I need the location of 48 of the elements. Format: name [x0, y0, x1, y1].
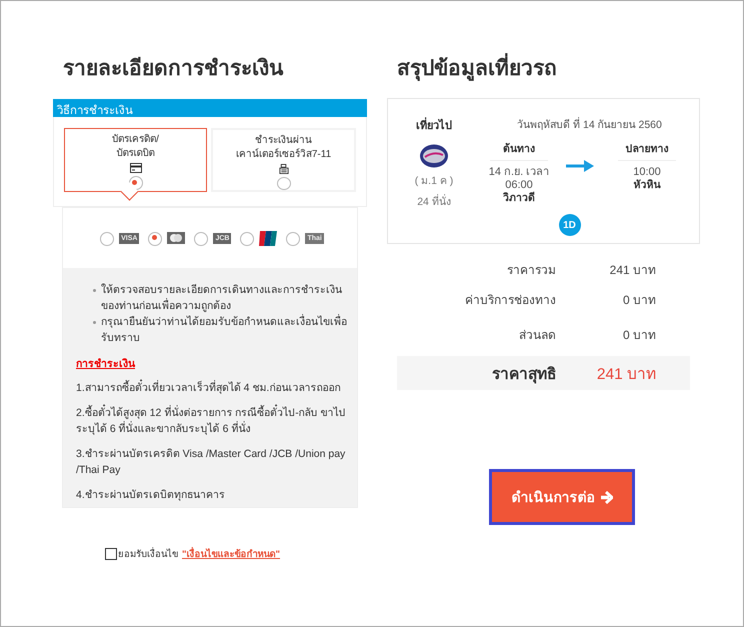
method-label: บัตรเครดิต/ บัตรเดบิต [112, 133, 159, 161]
destination-time: 10:00 [633, 166, 661, 179]
price-value: 0 บาท [622, 326, 656, 344]
trip-date: วันพฤหัสบดี ที่ 14 กันยายน 2560 [517, 116, 662, 133]
bus-class: ( ม.1 ค ) [414, 174, 454, 189]
section-bar: วิธีการชำระเงิน [53, 99, 367, 117]
agree-checkbox[interactable] [105, 548, 117, 560]
radio-button[interactable] [240, 232, 254, 246]
rule-text: 2.ซื้อตั๋วได้สูงสุด 12 ที่นั่งต่อรายการ กรณีซื้อตั๋วไป-กลับ ขาไประบุได้ 6 ที่นั่งและขากลับระบุได้ 6 ที่นั่ง [76, 405, 347, 437]
radio-button[interactable] [100, 232, 114, 246]
trip-direction: เที่ยวไป [416, 116, 452, 134]
origin-place: วิภาวดี [503, 192, 535, 205]
radio-button[interactable] [194, 232, 208, 246]
bus-company-logo [419, 144, 449, 168]
destination-place: หัวหิน [634, 179, 660, 192]
rule-text: 1.สามารถซื้อตั๋วเที่ยวเวลาเร็วที่สุดได้ 4 ชม.ก่อนเวลารถออก [76, 380, 347, 396]
rules-heading: การชำระเงิน [76, 357, 135, 372]
price-value: 241 บาท [608, 262, 656, 278]
radio-button[interactable] [286, 232, 300, 246]
note-text: ให้ตรวจสอบรายละเอียดการเดินทางและการชำระเงินของท่านก่อนเพื่อความถูกต้อง [93, 282, 347, 314]
terms-link[interactable]: "เงื่อนไขและข้อกำหนด" [182, 546, 280, 561]
origin-time: 14 ก.ย. เวลา 06:00 [488, 166, 550, 192]
origin-heading: ต้นทาง [490, 140, 548, 161]
radio-button[interactable] [276, 177, 290, 190]
rule-text: 3.ชำระผ่านบัตรเครดิต Visa /Master Card /JCB /Union pay /Thai Pay [76, 447, 346, 478]
price-label: ค่าบริการช่องทาง [464, 292, 556, 308]
total-label: ราคาสุทธิ [491, 364, 556, 386]
section-heading: สรุปข้อมูลเที่ยวรถ [397, 51, 700, 84]
rule-text: 4.ชำระผ่านบัตรเดบิตทุกธนาคาร [76, 488, 226, 503]
total-value: 241 บาท [596, 364, 656, 384]
price-label: ราคารวม [506, 262, 556, 278]
price-value: 0 บาท [622, 292, 656, 308]
mastercard-icon [167, 232, 186, 244]
radio-button[interactable] [128, 176, 142, 190]
note-text: กรุณายืนยันว่าท่านได้ยอมรับข้อกำหนดและเงื่อนไขเพื่อรับทราบ [93, 314, 347, 346]
cash-register-icon [278, 164, 288, 174]
credit-card-icon [130, 163, 142, 173]
payment-method-option[interactable]: ชำระเงินผ่าน เคาน์เตอร์เซอร์วิส7-11 [211, 128, 356, 192]
trip-badge: 1D [558, 214, 580, 236]
agree-label: ยอมรับเงื่อนไข [118, 546, 178, 561]
radio-button[interactable] [148, 232, 162, 246]
section-heading: รายละเอียดการชำระเงิน [63, 56, 284, 82]
unionpay-icon [259, 230, 278, 246]
seat-count: 24 ที่นั่ง [417, 193, 451, 210]
arrow-icon [566, 160, 594, 172]
price-label: ส่วนลด [518, 326, 556, 344]
method-label: ชำระเงินผ่าน เคาน์เตอร์เซอร์วิส7-11 [236, 134, 332, 162]
destination-heading: ปลายทาง [618, 140, 676, 161]
